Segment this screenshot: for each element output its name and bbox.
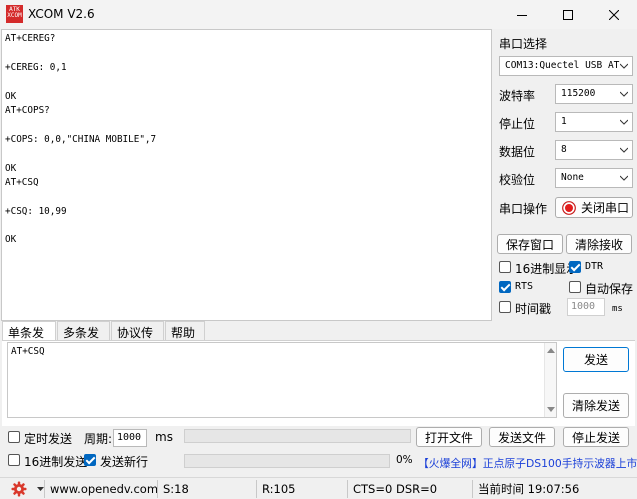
period-input[interactable]: 1000 (113, 429, 147, 447)
status-received-count: R:105 (256, 480, 346, 498)
window-title: XCOM V2.6 (28, 7, 95, 21)
scroll-down-icon[interactable] (547, 407, 555, 413)
receive-line (5, 147, 488, 161)
chevron-down-icon (620, 63, 628, 69)
receive-line: +CEREG: 0,1 (5, 61, 67, 73)
scroll-up-icon[interactable] (547, 347, 555, 353)
stop-bits-label: 停止位 (499, 117, 536, 131)
send-textarea[interactable]: AT+CSQ (7, 342, 557, 418)
auto-save-label: 自动保存 (585, 282, 634, 296)
stop-send-button[interactable]: 停止发送 (563, 427, 629, 447)
close-icon (609, 9, 619, 20)
minimize-button[interactable] (499, 0, 545, 29)
app-icon: ATK XCOM (6, 5, 23, 23)
maximize-button[interactable] (545, 0, 591, 29)
title-bar[interactable]: ATK XCOM XCOM V2.6 (0, 0, 637, 29)
parity-select[interactable]: None (555, 168, 633, 188)
period-unit: ms (155, 430, 173, 444)
chevron-down-icon[interactable] (37, 487, 44, 492)
ad-link[interactable]: 【火爆全网】正点原子DS100手持示波器上市 (418, 455, 637, 471)
dtr-label: DTR (585, 261, 604, 272)
receive-line (5, 118, 488, 132)
tab-single-send[interactable]: 单条发送 (2, 321, 56, 357)
parity-value: None (561, 172, 584, 183)
maximize-icon (563, 9, 573, 20)
send-button[interactable]: 发送 (563, 347, 629, 372)
receive-line (5, 190, 488, 204)
receive-line (5, 75, 488, 89)
save-window-button[interactable]: 保存窗口 (497, 234, 563, 254)
gear-icon[interactable] (11, 481, 27, 497)
data-bits-label: 数据位 (499, 145, 536, 159)
send-progress-bar (184, 454, 390, 468)
chevron-down-icon (620, 175, 628, 181)
send-progress-text: 0% (396, 454, 413, 466)
timestamp-interval-input[interactable]: 1000 (567, 298, 605, 316)
open-file-button[interactable]: 打开文件 (416, 427, 482, 447)
parity-label: 校验位 (499, 173, 536, 187)
receive-textarea[interactable]: AT+CEREG? +CEREG: 0,1 OK AT+COPS? +COPS:… (1, 29, 492, 321)
dtr-checkbox[interactable] (569, 261, 581, 273)
close-port-label: 关闭串口 (581, 201, 630, 215)
data-bits-select[interactable]: 8 (555, 140, 633, 160)
port-status-led-icon (562, 200, 576, 215)
timestamp-unit: ms (612, 304, 623, 314)
send-scrollbar[interactable] (544, 343, 556, 417)
chevron-down-icon (620, 91, 628, 97)
close-window-button[interactable] (591, 0, 637, 29)
timed-send-label: 定时发送 (24, 432, 73, 446)
port-op-label: 串口操作 (499, 202, 548, 216)
receive-line: AT+CEREG? (5, 33, 56, 44)
file-path-bar (184, 429, 411, 443)
receive-line: +COPS: 0,0,"CHINA MOBILE",7 (5, 133, 157, 145)
chevron-down-icon (620, 119, 628, 125)
status-time: 当前时间 19:07:56 (472, 480, 632, 498)
auto-save-checkbox[interactable] (569, 281, 581, 293)
receive-line (5, 219, 488, 233)
status-url[interactable]: www.openedv.com (44, 480, 158, 498)
period-label: 周期: (84, 432, 113, 446)
receive-line: OK (5, 234, 17, 246)
tab-protocol[interactable]: 协议传输 (111, 321, 164, 357)
port-select[interactable]: COM13:Quectel USB AT (499, 56, 633, 76)
send-text: AT+CSQ (11, 346, 45, 357)
minimize-icon (517, 14, 527, 16)
send-newline-checkbox[interactable] (84, 454, 96, 466)
status-bar: www.openedv.com S:18 R:105 CTS=0 DSR=0 D… (0, 477, 637, 499)
app-icon-text-bottom: XCOM (7, 12, 22, 19)
port-select-value: COM13:Quectel USB AT (505, 60, 620, 71)
status-signals: CTS=0 DSR=0 DCD=0 (347, 480, 471, 498)
tab-multi-send[interactable]: 多条发送 (57, 321, 110, 357)
close-port-button[interactable]: 关闭串口 (555, 197, 633, 218)
receive-line: AT+COPS? (5, 104, 50, 116)
timestamp-checkbox[interactable] (499, 301, 511, 313)
stop-bits-value: 1 (561, 116, 567, 127)
baud-label: 波特率 (499, 89, 536, 103)
stop-bits-select[interactable]: 1 (555, 112, 633, 132)
data-bits-value: 8 (561, 144, 567, 155)
receive-line: AT+CSQ (5, 176, 39, 188)
chevron-down-icon (620, 147, 628, 153)
rts-checkbox[interactable] (499, 281, 511, 293)
hex-send-label: 16进制发送 (24, 455, 88, 469)
receive-line (5, 46, 488, 60)
tab-help[interactable]: 帮助 (165, 321, 205, 340)
receive-line: OK (5, 90, 17, 102)
status-sent-count: S:18 (157, 480, 255, 498)
timed-send-checkbox[interactable] (8, 431, 20, 443)
receive-line: +CSQ: 10,99 (5, 205, 67, 217)
receive-line: OK (5, 162, 17, 174)
baud-select-value: 115200 (561, 88, 596, 99)
rts-label: RTS (515, 281, 534, 292)
baud-select[interactable]: 115200 (555, 84, 633, 104)
send-newline-label: 发送新行 (100, 455, 149, 469)
hex-display-checkbox[interactable] (499, 261, 511, 273)
hex-send-checkbox[interactable] (8, 454, 20, 466)
send-file-button[interactable]: 发送文件 (489, 427, 555, 447)
clear-receive-button[interactable]: 清除接收 (566, 234, 632, 254)
timestamp-label: 时间戳 (515, 302, 552, 316)
clear-send-button[interactable]: 清除发送 (563, 393, 629, 418)
port-select-label: 串口选择 (499, 37, 548, 51)
